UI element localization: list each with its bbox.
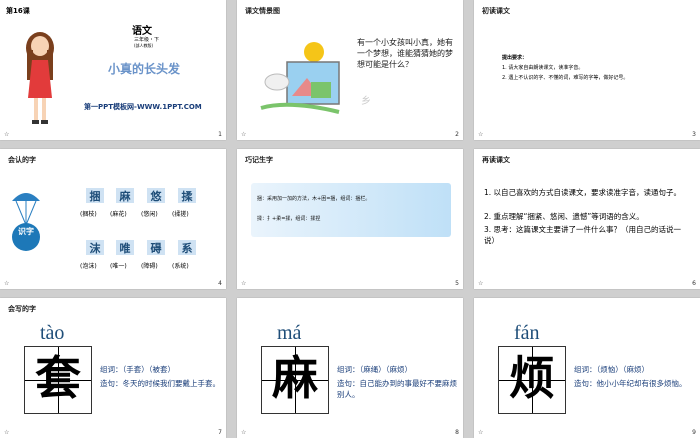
char-word: (麻花) [110, 211, 127, 218]
slide-marker-icon: ☆ [4, 131, 10, 138]
requirement-item: 1. 请大家自由朗读课文，读准字音。 [502, 65, 584, 71]
slide-header: 初读课文 [482, 7, 510, 15]
requirements-title: 提出要求： [502, 55, 528, 61]
slide-marker-icon: ☆ [241, 429, 247, 436]
char-card: 唯 [116, 240, 134, 255]
slide-number: 9 [692, 429, 696, 436]
slide-marker-icon: ☆ [4, 429, 10, 436]
writing-char: 套 [35, 351, 81, 405]
pinyin: tào [40, 322, 65, 344]
slide-6[interactable]: 再读课文 1. 以自己喜欢的方式自读课文，要求读准字音，读通句子。 2. 重点理… [474, 149, 700, 289]
slide-header: 再读课文 [482, 156, 510, 164]
site-label: 第一PPT模板网-WWW.1PPT.COM [84, 103, 202, 111]
requirement-item: 2. 遇上不认识的字、不懂的词，难写的字等，做好记号。 [502, 75, 629, 81]
slide-number: 2 [455, 131, 459, 138]
char-card: 捆 [86, 188, 104, 203]
slide-title: 小真的长头发 [108, 62, 181, 76]
reading-item: 3. 思考：这篇课文主要讲了一件什么事？（用自己的话说一说） [484, 225, 682, 245]
char-card: 碍 [147, 240, 165, 255]
char-card: 系 [178, 240, 196, 255]
slide-1[interactable]: 第16课 语文 三年级・下 (部人教版) 小真的长头发 第一PPT模板网-WWW… [0, 0, 226, 140]
scene-illustration [259, 38, 349, 118]
example-sentence: 造句：冬天的时候我们要戴上手套。 [100, 379, 220, 388]
reading-item: 2. 重点理解“捆紧、悠闲、遗憾”等词语的含义。 [484, 212, 644, 221]
slide-marker-icon: ☆ [4, 280, 10, 287]
lesson-label: 第16课 [6, 7, 30, 15]
slide-number: 8 [455, 429, 459, 436]
slide-9[interactable]: fán 烦 组词：（烦恼）（麻烦） 造句：他小小年纪却有很多烦恼。 ☆ 9 [474, 298, 700, 438]
literacy-badge-label: 识字 [18, 227, 34, 236]
char-card: 悠 [147, 188, 165, 203]
slide-marker-icon: ☆ [478, 131, 484, 138]
slide-2[interactable]: 课文情景图 有一个小女孩叫小真，她有一个梦想，谁能猜猜她的梦想可能是什么？ 乡 … [237, 0, 463, 140]
pinyin: má [277, 322, 302, 344]
char-word: (泡沫) [80, 263, 97, 270]
slide-number: 1 [218, 131, 222, 138]
literacy-badge-icon [10, 185, 42, 255]
mnemonic-line: 揉：扌+柔=揉，组词：揉捏 [257, 216, 321, 222]
char-word: (揉搓) [172, 211, 189, 218]
word-group: 组词：（麻绳）（麻烦） [337, 365, 412, 374]
mnemonic-panel [251, 183, 451, 237]
char-card: 沫 [86, 240, 104, 255]
grade-label: 三年级・下 [134, 37, 160, 43]
char-word: (悠闲) [141, 211, 158, 218]
slide-number: 7 [218, 429, 222, 436]
slide-marker-icon: ☆ [478, 429, 484, 436]
word-group: 组词：（手套）（被套） [100, 365, 175, 374]
slide-3[interactable]: 初读课文 提出要求： 1. 请大家自由朗读课文，读准字音。 2. 遇上不认识的字… [474, 0, 700, 140]
char-word: (捆枝) [80, 211, 97, 218]
slide-8[interactable]: má 麻 组词：（麻绳）（麻烦） 造句：自己能办到的事最好不要麻烦别人。 ☆ 8 [237, 298, 463, 438]
slide-number: 6 [692, 280, 696, 287]
scene-question: 有一个小女孩叫小真，她有一个梦想，谁能猜猜她的梦想可能是什么？ [357, 38, 453, 69]
example-sentence: 造句：他小小年纪却有很多烦恼。 [574, 379, 687, 388]
girl-illustration [20, 28, 60, 128]
decorative-text: 乡 [361, 96, 371, 107]
pinyin: fán [514, 322, 540, 344]
char-word: (系统) [172, 263, 189, 270]
slide-4[interactable]: 会认的字 识字 捆 麻 悠 揉 (捆枝) (麻花) (悠闲) (揉搓) 沫 唯 … [0, 149, 226, 289]
char-word: (障碍) [141, 263, 158, 270]
slide-header: 巧记生字 [245, 156, 273, 164]
char-card: 麻 [116, 188, 134, 203]
slide-marker-icon: ☆ [241, 280, 247, 287]
char-word: (唯一) [110, 263, 127, 270]
char-card: 揉 [178, 188, 196, 203]
slide-number: 4 [218, 280, 222, 287]
slide-5[interactable]: 巧记生字 捆：采用加一加的方法，木+困=捆，组词：捆栏。 揉：扌+柔=揉，组词：… [237, 149, 463, 289]
example-sentence: 造句：自己能办到的事最好不要麻烦别人。 [337, 379, 457, 399]
reading-item: 1. 以自己喜欢的方式自读课文，要求读准字音，读通句子。 [484, 188, 682, 197]
slide-number: 3 [692, 131, 696, 138]
slide-number: 5 [455, 280, 459, 287]
slide-7[interactable]: 会写的字 tào 套 组词：（手套）（被套） 造句：冬天的时候我们要戴上手套。 … [0, 298, 226, 438]
slide-marker-icon: ☆ [241, 131, 247, 138]
slide-header: 会写的字 [8, 305, 36, 313]
subject-title: 语文 [132, 26, 152, 37]
word-group: 组词：（烦恼）（麻烦） [574, 365, 649, 374]
slide-header: 会认的字 [8, 156, 36, 164]
mnemonic-line: 捆：采用加一加的方法，木+困=捆，组词：捆栏。 [257, 196, 371, 202]
slide-header: 课文情景图 [245, 7, 280, 15]
edition-label: (部人教版) [134, 43, 154, 48]
writing-char: 麻 [272, 351, 318, 405]
slide-marker-icon: ☆ [478, 280, 484, 287]
writing-char: 烦 [509, 351, 555, 405]
